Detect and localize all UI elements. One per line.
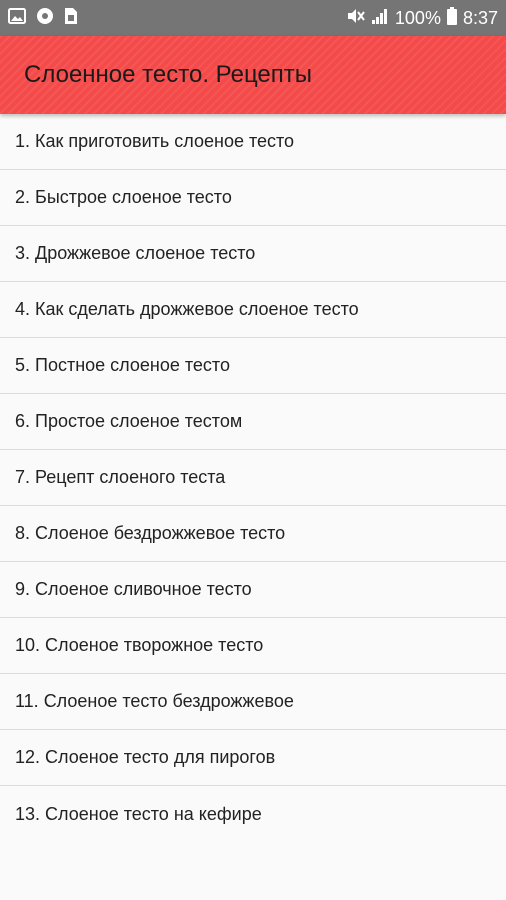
list-item[interactable]: 6. Простое слоеное тестом [0,394,506,450]
list-item[interactable]: 9. Слоеное сливочное тесто [0,562,506,618]
list-item[interactable]: 8. Слоеное бездрожжевое тесто [0,506,506,562]
clock: 8:37 [462,7,498,28]
list-item[interactable]: 10. Слоеное творожное тесто [0,618,506,674]
list-item-label: 13. Слоеное тесто на кефире [15,803,262,824]
list-item[interactable]: 2. Быстрое слоеное тесто [0,170,506,226]
list-item-label: 11. Слоеное тесто бездрожжевое [15,691,294,711]
list-item-label: 12. Слоеное тесто для пирогов [15,747,276,767]
list-item[interactable]: 13. Слоеное тесто на кефире [0,786,506,842]
circle-icon [36,7,54,30]
sim-icon [64,7,78,30]
list-item[interactable]: 11. Слоеное тесто бездрожжевое [0,674,506,730]
battery-icon [446,6,457,30]
battery-percent: 100% [394,7,441,28]
page-title: Слоенное тесто. Рецепты [24,61,313,88]
status-bar: 100% 8:37 [0,0,506,36]
list-item-label: 8. Слоеное бездрожжевое тесто [15,523,286,543]
list-item-label: 10. Слоеное творожное тесто [15,635,264,655]
recipe-list: 1. Как приготовить слоеное тесто 2. Быст… [0,114,506,842]
list-item-label: 3. Дрожжевое слоеное тесто [15,243,256,263]
list-item-label: 6. Простое слоеное тестом [15,411,243,431]
image-icon [8,7,26,29]
list-item[interactable]: 12. Слоеное тесто для пирогов [0,730,506,786]
list-item[interactable]: 1. Как приготовить слоеное тесто [0,114,506,170]
signal-icon [371,7,389,30]
app-bar: Слоенное тесто. Рецепты [0,36,506,114]
list-item[interactable]: 5. Постное слоеное тесто [0,338,506,394]
list-item-label: 1. Как приготовить слоеное тесто [15,131,295,151]
list-item[interactable]: 4. Как сделать дрожжевое слоеное тесто [0,282,506,338]
list-item-label: 4. Как сделать дрожжевое слоеное тесто [15,299,359,319]
list-item[interactable]: 3. Дрожжевое слоеное тесто [0,226,506,282]
list-item-label: 9. Слоеное сливочное тесто [15,579,252,599]
list-item[interactable]: 7. Рецепт слоеного теста [0,450,506,506]
mute-icon [345,7,365,30]
list-item-label: 5. Постное слоеное тесто [15,355,230,375]
list-item-label: 2. Быстрое слоеное тесто [15,187,232,207]
list-item-label: 7. Рецепт слоеного теста [15,467,226,487]
